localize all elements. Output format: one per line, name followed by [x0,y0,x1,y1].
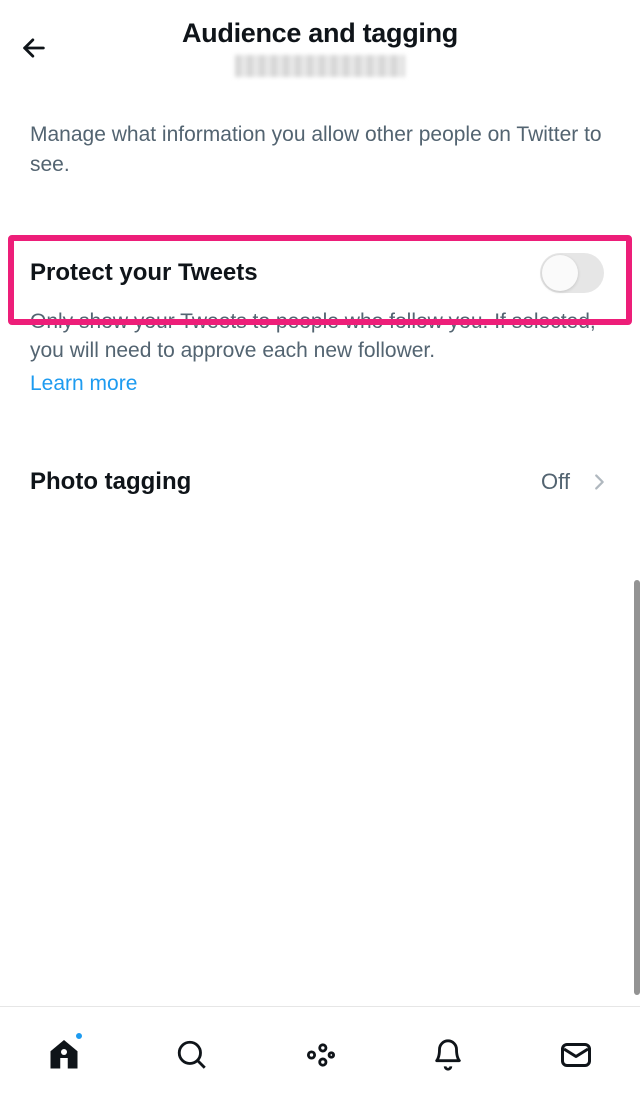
nav-search[interactable] [168,1031,216,1079]
photo-tagging-row[interactable]: Photo tagging Off [30,448,610,516]
protect-tweets-description: Only show your Tweets to people who foll… [30,307,610,372]
protect-tweets-toggle[interactable] [540,253,604,293]
photo-tagging-value: Off [541,469,570,495]
protect-tweets-row: Protect your Tweets [30,235,610,307]
notification-dot [74,1031,84,1041]
bell-icon [431,1038,465,1072]
nav-messages[interactable] [552,1031,600,1079]
page-description: Manage what information you allow other … [30,96,610,205]
nav-spaces[interactable] [296,1031,344,1079]
page-title: Audience and tagging [56,18,584,49]
chevron-right-icon [588,471,610,493]
toggle-knob [542,255,578,291]
back-button[interactable] [12,26,56,70]
mail-icon [558,1037,594,1073]
photo-tagging-title: Photo tagging [30,468,191,496]
bottom-navigation [0,1006,640,1102]
scrollbar[interactable] [634,580,640,995]
search-icon [175,1038,209,1072]
arrow-left-icon [20,34,48,62]
protect-tweets-title: Protect your Tweets [30,259,258,287]
learn-more-link[interactable]: Learn more [30,372,137,395]
username-redacted [235,55,405,77]
home-icon [46,1037,82,1073]
nav-notifications[interactable] [424,1031,472,1079]
nav-home[interactable] [40,1031,88,1079]
spaces-icon [303,1038,337,1072]
